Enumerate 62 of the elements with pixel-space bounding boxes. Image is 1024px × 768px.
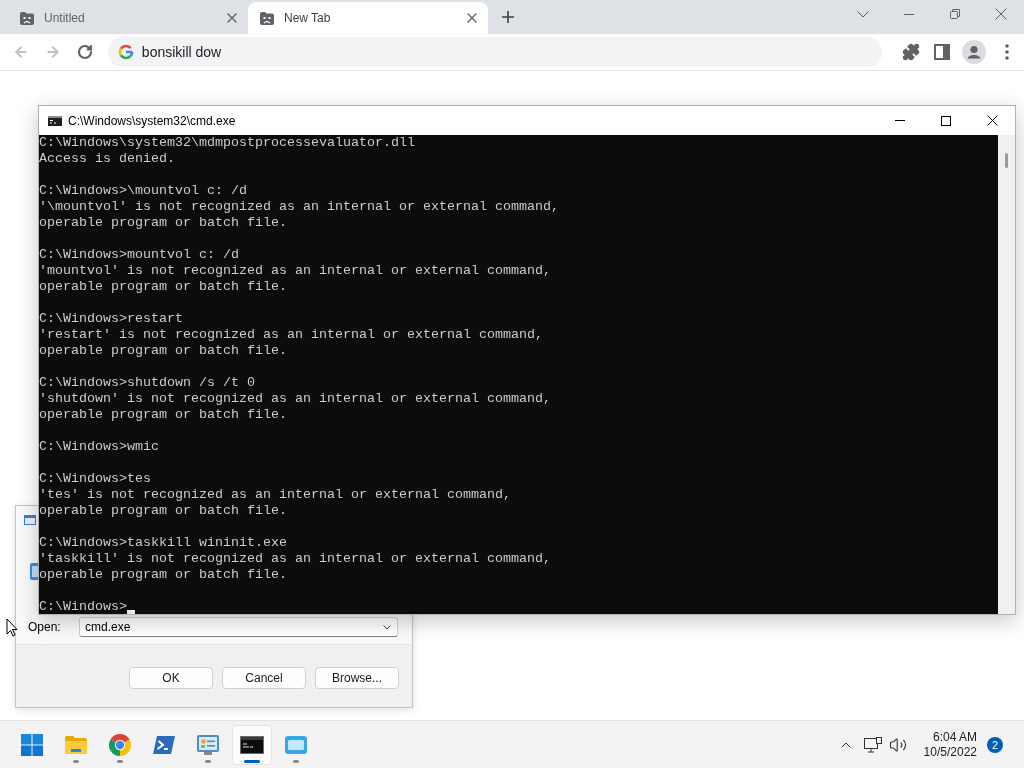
- restore-icon[interactable]: [950, 9, 960, 19]
- side-panel-icon[interactable]: [934, 44, 951, 60]
- console-line: 'taskkill' is not recognized as an internal or external command,: [39, 551, 551, 567]
- app-icon: [30, 563, 38, 580]
- close-icon[interactable]: [986, 115, 998, 126]
- console-line: C:\Windows>tes: [39, 471, 151, 487]
- scrollbar-thumb[interactable]: [1005, 153, 1008, 168]
- speaker-icon[interactable]: [888, 735, 907, 754]
- scrollbar-track[interactable]: [998, 135, 1015, 614]
- g-logo-icon: [117, 44, 134, 60]
- dialog-button[interactable]: Browse...: [315, 667, 399, 689]
- maximize-icon[interactable]: [941, 115, 951, 126]
- console-line: C:\Windows>restart: [39, 311, 183, 327]
- console-line: 'restart' is not recognized as an internal or external command,: [39, 327, 543, 343]
- console-line: C:\Windows>shutdown /s /t 0: [39, 375, 255, 391]
- taskbar-button[interactable]: [232, 724, 272, 765]
- menu-icon[interactable]: [1005, 44, 1010, 60]
- console-line: Access is denied.: [39, 151, 175, 167]
- console-line: C:\Windows>wmic: [39, 439, 159, 455]
- panel-sliders-icon: [196, 732, 220, 757]
- console-line: C:\Windows\system32\mdmpostprocessevaluator.dll: [39, 135, 415, 151]
- console-icon: [48, 115, 62, 126]
- plus-icon[interactable]: [502, 11, 514, 23]
- close-icon[interactable]: [467, 13, 477, 23]
- address-bar[interactable]: bonsikill dow: [107, 37, 882, 67]
- console-line: 'shutdown' is not recognized as an internal or external command,: [39, 391, 551, 407]
- puzzle-icon[interactable]: [902, 43, 921, 61]
- chevron-down-icon[interactable]: [857, 10, 869, 18]
- console-line: operable program or batch file.: [39, 343, 287, 359]
- console-line: 'tes' is not recognized as an internal or external command,: [39, 487, 511, 503]
- avatar-icon[interactable]: [962, 40, 987, 64]
- console-line: '\mountvol' is not recognized as an internal or external command,: [39, 199, 559, 215]
- console-line: C:\Windows>mountvol c: /d: [39, 247, 239, 263]
- browser-tab[interactable]: Untitled: [8, 2, 248, 34]
- console-line: operable program or batch file.: [39, 567, 287, 583]
- reload-icon[interactable]: [76, 44, 93, 60]
- sad-face-icon: [260, 11, 274, 25]
- console-line: 'mountvol' is not recognized as an internal or external command,: [39, 263, 551, 279]
- console-line: operable program or batch file.: [39, 279, 287, 295]
- four-squares-icon: [20, 732, 44, 757]
- field-label: Open:: [28, 620, 62, 634]
- clock-date[interactable]: 10/5/2022: [923, 744, 977, 760]
- dialog-button[interactable]: OK: [129, 667, 213, 689]
- browser-tab[interactable]: New Tab: [248, 2, 488, 34]
- window-icon: [24, 515, 36, 525]
- console-prompt: C:\Windows>: [39, 599, 127, 614]
- window-title: C:\Windows\system32\cmd.exe: [68, 113, 236, 128]
- console-line: C:\Windows>taskkill wininit.exe: [39, 535, 287, 551]
- tricolor-circle-icon: [108, 732, 132, 757]
- console-line: operable program or batch file.: [39, 215, 287, 231]
- console-line: operable program or batch file.: [39, 503, 287, 519]
- notification-badge[interactable]: 2: [987, 736, 1003, 753]
- command-field[interactable]: cmd.exe: [79, 617, 398, 637]
- console-line: operable program or batch file.: [39, 407, 287, 423]
- monitor-icon[interactable]: [863, 736, 882, 753]
- text-cursor-icon: [127, 610, 135, 614]
- console-line: C:\Windows>\mountvol c: /d: [39, 183, 247, 199]
- minimize-icon[interactable]: [904, 13, 914, 15]
- dropdown-caret-icon[interactable]: [383, 624, 391, 630]
- clock-time[interactable]: 6:04 AM: [932, 729, 977, 745]
- sad-face-icon: [20, 11, 34, 25]
- dialog-button[interactable]: Cancel: [222, 667, 306, 689]
